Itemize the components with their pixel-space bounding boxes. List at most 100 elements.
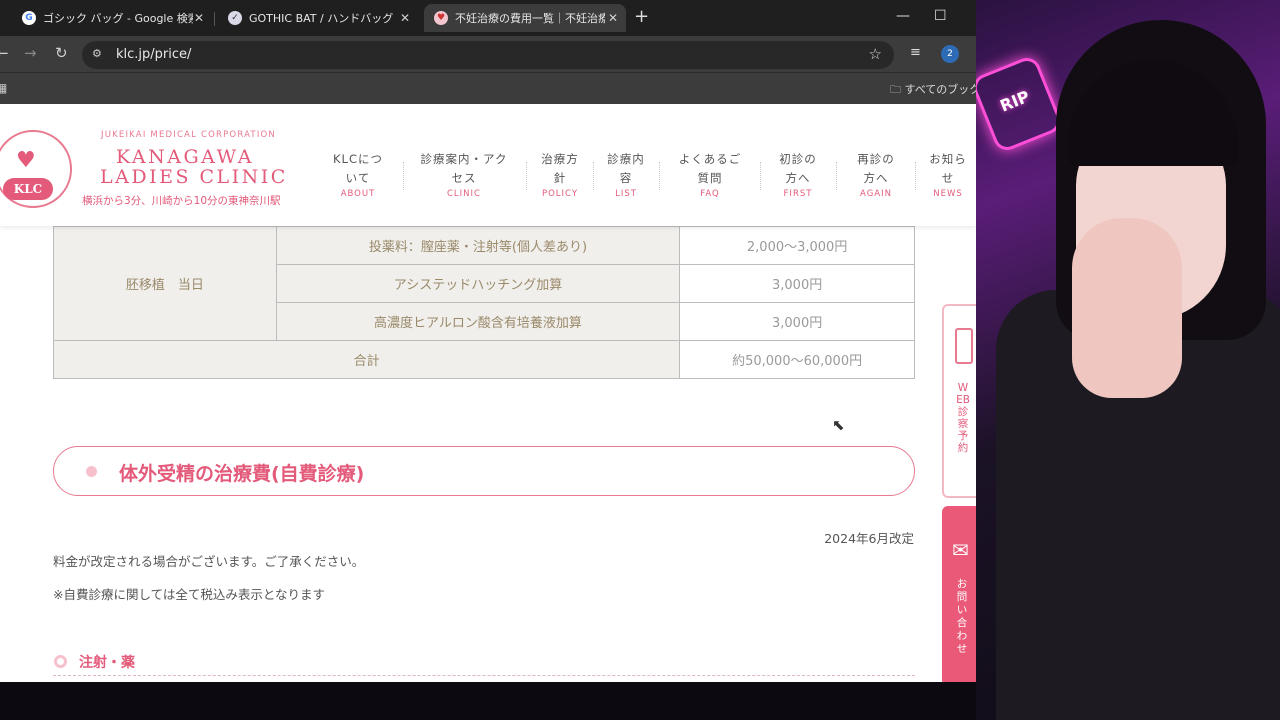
smartphone-icon: [955, 328, 973, 364]
neon-sign-text: RIP: [997, 86, 1033, 116]
desktop-background: [0, 682, 976, 720]
webcam-overlay: RIP: [976, 0, 1280, 720]
revision-date: 2024年6月改定: [824, 531, 914, 546]
nav-label: 容: [619, 171, 633, 185]
close-icon[interactable]: ✕: [608, 11, 618, 25]
nav-sublabel: LIST: [615, 189, 637, 199]
nav-label: せ: [941, 171, 955, 185]
tax-note: ※自費診療に関しては全て税込み表示となります: [53, 587, 325, 602]
bullet-dot-icon: [86, 466, 97, 477]
nav-label: 治療方: [541, 152, 579, 166]
close-icon[interactable]: ✕: [194, 11, 204, 25]
tab-gothic-bat[interactable]: ✓ GOTHIC BAT / ハンドバッグ【Bann ✕: [218, 4, 418, 32]
nav-sublabel: AGAIN: [860, 189, 892, 199]
nav-first[interactable]: 初診の 方へ FIRST: [770, 150, 826, 199]
nav-label: セス: [451, 171, 477, 185]
web-reservation-label: WEB診察予約: [956, 382, 970, 454]
nav-label: よくあるご: [678, 152, 742, 166]
nav-label: お知ら: [929, 152, 967, 166]
nav-sublabel: FIRST: [783, 189, 813, 199]
forward-icon[interactable]: →: [24, 44, 37, 62]
nav-label: 診療内: [607, 152, 645, 166]
clinic-name-line1[interactable]: KANAGAWA: [116, 146, 254, 168]
nav-divider: [915, 162, 916, 190]
apps-grid-icon[interactable]: ▦: [0, 81, 7, 95]
table-item: 投薬料：膣座薬・注射等(個人差あり): [275, 226, 681, 265]
nav-sublabel: FAQ: [700, 189, 720, 199]
nav-label: 初診の: [779, 152, 817, 166]
tab-title: GOTHIC BAT / ハンドバッグ【Bann: [249, 12, 399, 25]
clinic-icon: ♥: [434, 11, 448, 25]
nav-divider: [403, 162, 404, 190]
nav-policy[interactable]: 治療方 針 POLICY: [536, 150, 584, 199]
clinic-logo[interactable]: ♥ KLC: [0, 130, 72, 208]
reload-icon[interactable]: ↻: [55, 44, 68, 62]
table-row: 胚移植 当日 投薬料：膣座薬・注射等(個人差あり) 2,000〜3,000円: [53, 226, 915, 341]
tab-google-search[interactable]: G ゴシック バッグ - Google 検索 ✕: [12, 4, 212, 32]
bullet-ring-icon: [54, 655, 67, 668]
clinic-name-line2[interactable]: LADIES CLINIC: [100, 166, 288, 188]
nav-faq[interactable]: よくあるご 質問 FAQ: [670, 150, 750, 199]
url-text[interactable]: klc.jp/price/: [116, 47, 191, 62]
neon-sign: RIP: [976, 53, 1065, 155]
nav-divider: [526, 162, 527, 190]
folder-label: すべてのブックマ: [904, 83, 977, 96]
nav-label: 質問: [697, 171, 723, 185]
tab-title: ゴシック バッグ - Google 検索: [43, 12, 193, 25]
tab-separator: [214, 12, 215, 26]
nav-again[interactable]: 再診の 方へ AGAIN: [848, 150, 904, 199]
nav-label: 診療案内・アク: [420, 152, 508, 166]
tab-strip: G ゴシック バッグ - Google 検索 ✕ ✓ GOTHIC BAT / …: [0, 0, 976, 36]
mouse-cursor-icon: ⬉: [832, 416, 845, 434]
table-total-price: 約50,000〜60,000円: [679, 340, 915, 379]
heart-icon: ♥: [16, 148, 36, 173]
nav-clinic[interactable]: 診療案内・アク セス CLINIC: [414, 150, 514, 199]
table-item: 高濃度ヒアルロン酸含有培養液加算: [275, 302, 681, 341]
section-heading: 体外受精の治療費(自費診療): [53, 446, 915, 496]
nav-label: 再診の: [857, 152, 895, 166]
nav-sublabel: CLINIC: [447, 189, 481, 199]
nav-about[interactable]: KLCにつ いて ABOUT: [330, 150, 386, 199]
google-icon: G: [22, 11, 36, 25]
mail-icon: ✉: [952, 538, 969, 562]
section-title: 体外受精の治療費(自費診療): [119, 463, 365, 485]
bookmark-star-icon[interactable]: ☆: [869, 45, 882, 63]
nav-label: 針: [553, 171, 567, 185]
nav-sublabel: ABOUT: [340, 189, 376, 199]
close-icon[interactable]: ✕: [400, 11, 410, 25]
profile-avatar[interactable]: 2: [941, 45, 959, 63]
check-icon: ✓: [228, 11, 242, 25]
nav-label: 方へ: [863, 171, 889, 185]
nav-divider: [593, 162, 594, 190]
site-header: ♥ KLC JUKEIKAI MEDICAL CORPORATION KANAG…: [0, 104, 976, 226]
table-price: 3,000円: [679, 302, 915, 341]
new-tab-button[interactable]: +: [634, 7, 649, 27]
table-price: 2,000〜3,000円: [679, 226, 915, 265]
table-item: アシステッドハッチング加算: [275, 264, 681, 303]
address-bar[interactable]: ⚙ klc.jp/price/ ☆: [82, 41, 894, 69]
nav-label: 方へ: [785, 171, 811, 185]
media-control-icon[interactable]: ≡: [910, 45, 921, 60]
subsection-divider: [53, 675, 915, 676]
nav-news[interactable]: お知ら せ NEWS: [924, 150, 972, 199]
table-group-label: 胚移植 当日: [53, 226, 277, 341]
minimize-icon[interactable]: —: [896, 8, 910, 24]
back-icon[interactable]: ←: [0, 44, 9, 62]
nav-label: いて: [345, 171, 371, 185]
table-total-label: 合計: [52, 340, 681, 379]
site-info-icon[interactable]: ⚙: [92, 47, 102, 60]
nav-sublabel: POLICY: [541, 189, 579, 199]
logo-badge: KLC: [3, 178, 53, 200]
tab-title: 不妊治療の費用一覧｜不妊治療: [455, 12, 605, 25]
tab-klc-price[interactable]: ♥ 不妊治療の費用一覧｜不妊治療 ✕: [424, 4, 626, 32]
person-hand: [1072, 218, 1182, 398]
table-price: 3,000円: [679, 264, 915, 303]
nav-label: KLCにつ: [333, 152, 383, 166]
all-bookmarks-folder[interactable]: 🗀 すべてのブックマ: [890, 81, 976, 100]
access-tagline: 横浜から3分、川崎から10分の東神奈川駅: [82, 195, 281, 207]
maximize-icon[interactable]: ☐: [934, 8, 947, 24]
browser-window: G ゴシック バッグ - Google 検索 ✕ ✓ GOTHIC BAT / …: [0, 0, 976, 682]
price-table: 胚移植 当日 投薬料：膣座薬・注射等(個人差あり) 2,000〜3,000円 ア…: [52, 226, 915, 379]
subsection-title: 注射・薬: [79, 655, 135, 671]
nav-list[interactable]: 診療内 容 LIST: [602, 150, 650, 199]
